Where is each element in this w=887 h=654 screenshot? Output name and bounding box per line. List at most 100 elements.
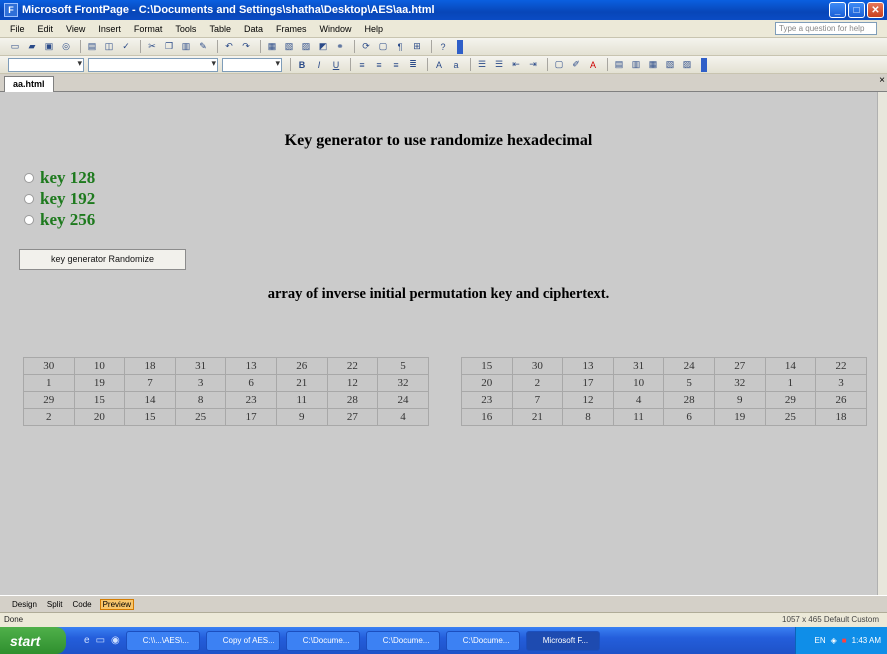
preview-icon[interactable]: ◫ (102, 40, 116, 53)
highlight-icon[interactable]: ✐ (569, 58, 583, 71)
minimize-button[interactable]: _ (829, 2, 846, 18)
insert-picture-icon[interactable]: ▨ (299, 40, 313, 53)
align-center-icon[interactable]: ≡ (372, 58, 386, 71)
save-icon[interactable]: ▣ (42, 40, 56, 53)
close-button[interactable]: ✕ (867, 2, 884, 18)
tab-preview[interactable]: Preview (99, 598, 135, 610)
taskbar-item-frontpage[interactable]: Microsoft F... (525, 630, 600, 651)
toolbar-separator (290, 58, 291, 71)
desktop-icon[interactable]: ▭ (96, 635, 105, 646)
new-page-icon[interactable]: ▭ (8, 40, 22, 53)
help-question-input[interactable]: Type a question for help (775, 22, 877, 35)
tab-code[interactable]: Code (70, 600, 93, 609)
undo-icon[interactable]: ↶ (222, 40, 236, 53)
layer-icon[interactable]: ▤ (612, 58, 626, 71)
tab-split[interactable]: Split (45, 600, 65, 609)
redo-icon[interactable]: ↷ (239, 40, 253, 53)
quick-launch: e ▭ ◉ (84, 635, 120, 646)
format-painter-icon[interactable]: ✎ (196, 40, 210, 53)
radio-button[interactable] (24, 215, 34, 225)
vertical-scrollbar[interactable] (877, 92, 887, 595)
taskbar-item[interactable]: Copy of AES... (205, 630, 280, 651)
taskbar-item[interactable]: C:\Docume... (445, 630, 520, 651)
menu-view[interactable]: View (66, 24, 85, 34)
picture-props-icon[interactable]: ▨ (680, 58, 694, 71)
media-icon[interactable]: ◉ (111, 635, 120, 646)
font-size-dropdown[interactable] (222, 57, 282, 72)
ie-icon[interactable]: e (84, 635, 90, 646)
decrease-indent-icon[interactable]: ⇤ (509, 58, 523, 71)
menu-window[interactable]: Window (319, 24, 351, 34)
start-button[interactable]: start (0, 627, 66, 654)
search-icon[interactable]: ◎ (59, 40, 73, 53)
radio-button[interactable] (24, 173, 34, 183)
menu-edit[interactable]: Edit (38, 24, 54, 34)
radio-key-192[interactable]: key 192 (24, 189, 95, 209)
insert-layer-icon[interactable]: ▧ (282, 40, 296, 53)
taskbar-item[interactable]: C:\Docume... (285, 630, 360, 651)
paste-icon[interactable]: ▥ (179, 40, 193, 53)
cut-icon[interactable]: ✂ (145, 40, 159, 53)
language-indicator[interactable]: EN (815, 636, 826, 645)
font-color-icon[interactable]: A (586, 58, 600, 71)
maximize-button[interactable]: □ (848, 2, 865, 18)
toolbar-options-icon[interactable] (701, 57, 707, 72)
print-icon[interactable]: ▤ (85, 40, 99, 53)
cell-props-icon[interactable]: ▧ (663, 58, 677, 71)
spelling-icon[interactable]: ✓ (119, 40, 133, 53)
numbering-icon[interactable]: ☰ (475, 58, 489, 71)
drawing-icon[interactable]: ◩ (316, 40, 330, 53)
hyperlink-icon[interactable]: ⚭ (333, 40, 347, 53)
menu-frames[interactable]: Frames (276, 24, 307, 34)
copy-icon[interactable]: ❐ (162, 40, 176, 53)
font-dropdown[interactable] (88, 57, 218, 72)
menu-file[interactable]: File (10, 24, 25, 34)
taskbar-item[interactable]: C:\Docume... (365, 630, 440, 651)
radio-key-128[interactable]: key 128 (24, 168, 95, 188)
show-all-icon[interactable]: ¶ (393, 40, 407, 53)
menu-data[interactable]: Data (244, 24, 263, 34)
increase-indent-icon[interactable]: ⇥ (526, 58, 540, 71)
layout-icon[interactable]: ⊞ (410, 40, 424, 53)
menu-format[interactable]: Format (134, 24, 163, 34)
tab-aa-html[interactable]: aa.html (4, 76, 54, 93)
menu-bar: File Edit View Insert Format Tools Table… (0, 20, 887, 38)
justify-icon[interactable]: ≣ (406, 58, 420, 71)
toolbar-separator (431, 40, 432, 53)
close-document-icon[interactable]: × (879, 75, 885, 86)
bullets-icon[interactable]: ☰ (492, 58, 506, 71)
style-dropdown[interactable] (8, 57, 84, 72)
menu-help[interactable]: Help (365, 24, 384, 34)
refresh-icon[interactable]: ⟳ (359, 40, 373, 53)
table-cell: 14 (124, 391, 176, 409)
increase-font-icon[interactable]: A (432, 58, 446, 71)
borders-icon[interactable]: ▢ (552, 58, 566, 71)
underline-icon[interactable]: U (329, 58, 343, 71)
table-cell: 5 (663, 374, 715, 392)
menu-tools[interactable]: Tools (175, 24, 196, 34)
bold-icon[interactable]: B (295, 58, 309, 71)
insert-table-icon[interactable]: ▦ (265, 40, 279, 53)
position-icon[interactable]: ▥ (629, 58, 643, 71)
radio-button[interactable] (24, 194, 34, 204)
stop-icon[interactable]: ▢ (376, 40, 390, 53)
toolbar-options-icon[interactable] (457, 39, 463, 54)
table-cell: 17 (562, 374, 614, 392)
table-cell: 23 (225, 391, 277, 409)
italic-icon[interactable]: I (312, 58, 326, 71)
align-right-icon[interactable]: ≡ (389, 58, 403, 71)
decrease-font-icon[interactable]: a (449, 58, 463, 71)
key-generator-button[interactable]: key generator Randomize (19, 249, 186, 270)
table-cell: 27 (713, 357, 766, 375)
align-left-icon[interactable]: ≡ (355, 58, 369, 71)
antivirus-icon[interactable]: ■ (842, 636, 847, 645)
open-icon[interactable]: ▰ (25, 40, 39, 53)
tab-design[interactable]: Design (10, 600, 39, 609)
taskbar-item[interactable]: C:\\...\AES\... (125, 630, 200, 651)
menu-insert[interactable]: Insert (98, 24, 121, 34)
table-props-icon[interactable]: ▦ (646, 58, 660, 71)
radio-key-256[interactable]: key 256 (24, 210, 95, 230)
help-icon[interactable]: ? (436, 40, 450, 53)
menu-table[interactable]: Table (209, 24, 231, 34)
network-icon[interactable]: ◈ (831, 636, 837, 645)
